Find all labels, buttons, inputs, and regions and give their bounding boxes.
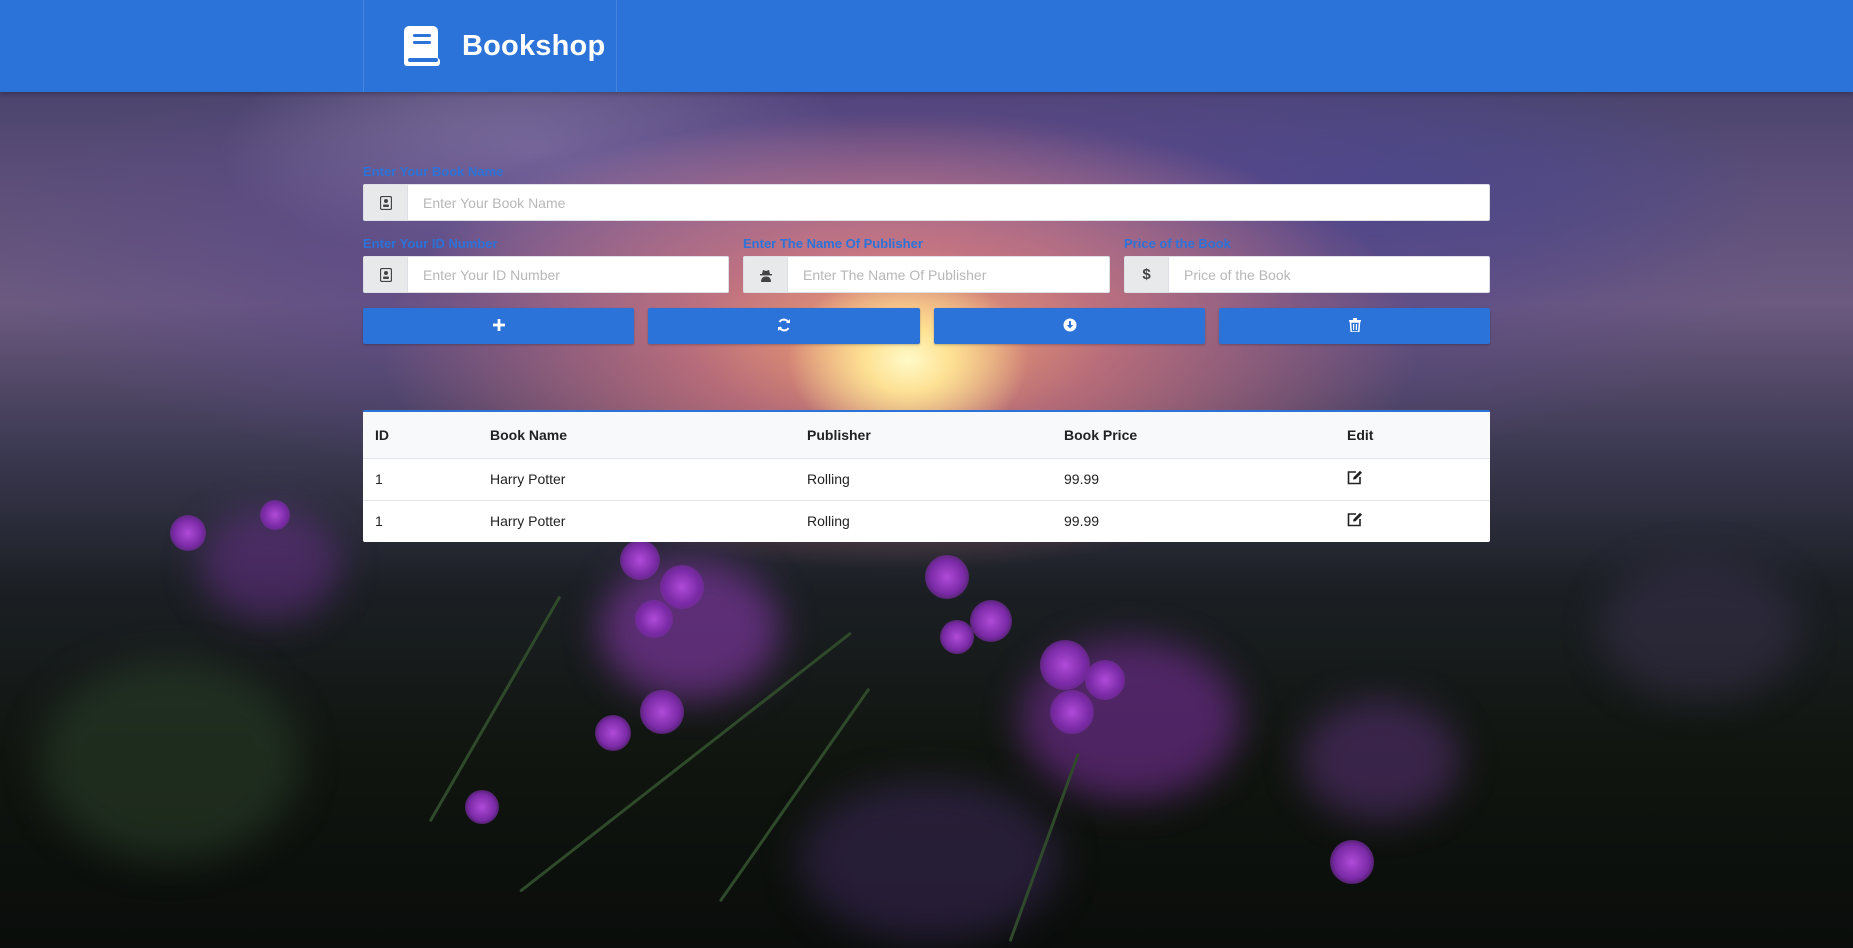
trash-icon (1348, 317, 1361, 335)
table-header-row: ID Book Name Publisher Book Price Edit (363, 412, 1490, 459)
cell-book-name: Harry Potter (490, 513, 566, 530)
id-number-input[interactable] (408, 257, 728, 292)
book-name-field (363, 184, 1490, 221)
book-name-input[interactable] (408, 185, 1489, 220)
column-header-id: ID (363, 412, 478, 459)
edit-icon[interactable] (1347, 470, 1363, 488)
book-name-label: Enter Your Book Name (363, 164, 504, 179)
price-label: Price of the Book (1124, 236, 1231, 251)
user-secret-icon (744, 257, 788, 292)
add-book-button[interactable] (363, 308, 634, 344)
download-circle-icon (1063, 318, 1077, 335)
id-number-label: Enter Your ID Number (363, 236, 498, 251)
dollar-icon: $ (1125, 257, 1169, 292)
cell-edit (1335, 500, 1490, 542)
column-header-book-price: Book Price (1052, 412, 1335, 459)
cell-publisher: Rolling (807, 513, 850, 530)
contact-card-icon (364, 257, 408, 292)
plus-icon (492, 318, 505, 334)
update-book-button[interactable] (648, 308, 920, 344)
price-input[interactable] (1169, 257, 1489, 292)
book-icon (402, 24, 442, 68)
publisher-label: Enter The Name Of Publisher (743, 236, 923, 251)
cell-book-price: 99.99 (1064, 513, 1100, 530)
cell-id: 1 (375, 513, 383, 530)
publisher-input[interactable] (788, 257, 1109, 292)
download-book-button[interactable] (934, 308, 1205, 344)
brand[interactable]: Bookshop (363, 0, 617, 92)
column-header-book-name: Book Name (478, 412, 795, 459)
cell-edit (1335, 458, 1490, 501)
edit-icon[interactable] (1347, 512, 1363, 530)
table-row: 1 Harry Potter Rolling 99.99 (363, 500, 1490, 542)
cell-book-price: 99.99 (1052, 458, 1335, 501)
books-table: ID Book Name Publisher Book Price Edit 1… (363, 410, 1490, 542)
column-header-edit: Edit (1335, 412, 1490, 459)
cell-id: 1 (363, 458, 478, 501)
app-title: Bookshop (462, 29, 606, 62)
cell-publisher: Rolling (795, 458, 1052, 501)
contact-card-icon (364, 185, 408, 220)
navbar: Bookshop (0, 0, 1853, 92)
id-number-field (363, 256, 729, 293)
delete-book-button[interactable] (1219, 308, 1490, 344)
publisher-field (743, 256, 1110, 293)
refresh-icon (777, 318, 791, 335)
cell-book-name: Harry Potter (478, 458, 795, 501)
table-row: 1 Harry Potter Rolling 99.99 (363, 458, 1490, 501)
price-field: $ (1124, 256, 1490, 293)
column-header-publisher: Publisher (795, 412, 1052, 459)
